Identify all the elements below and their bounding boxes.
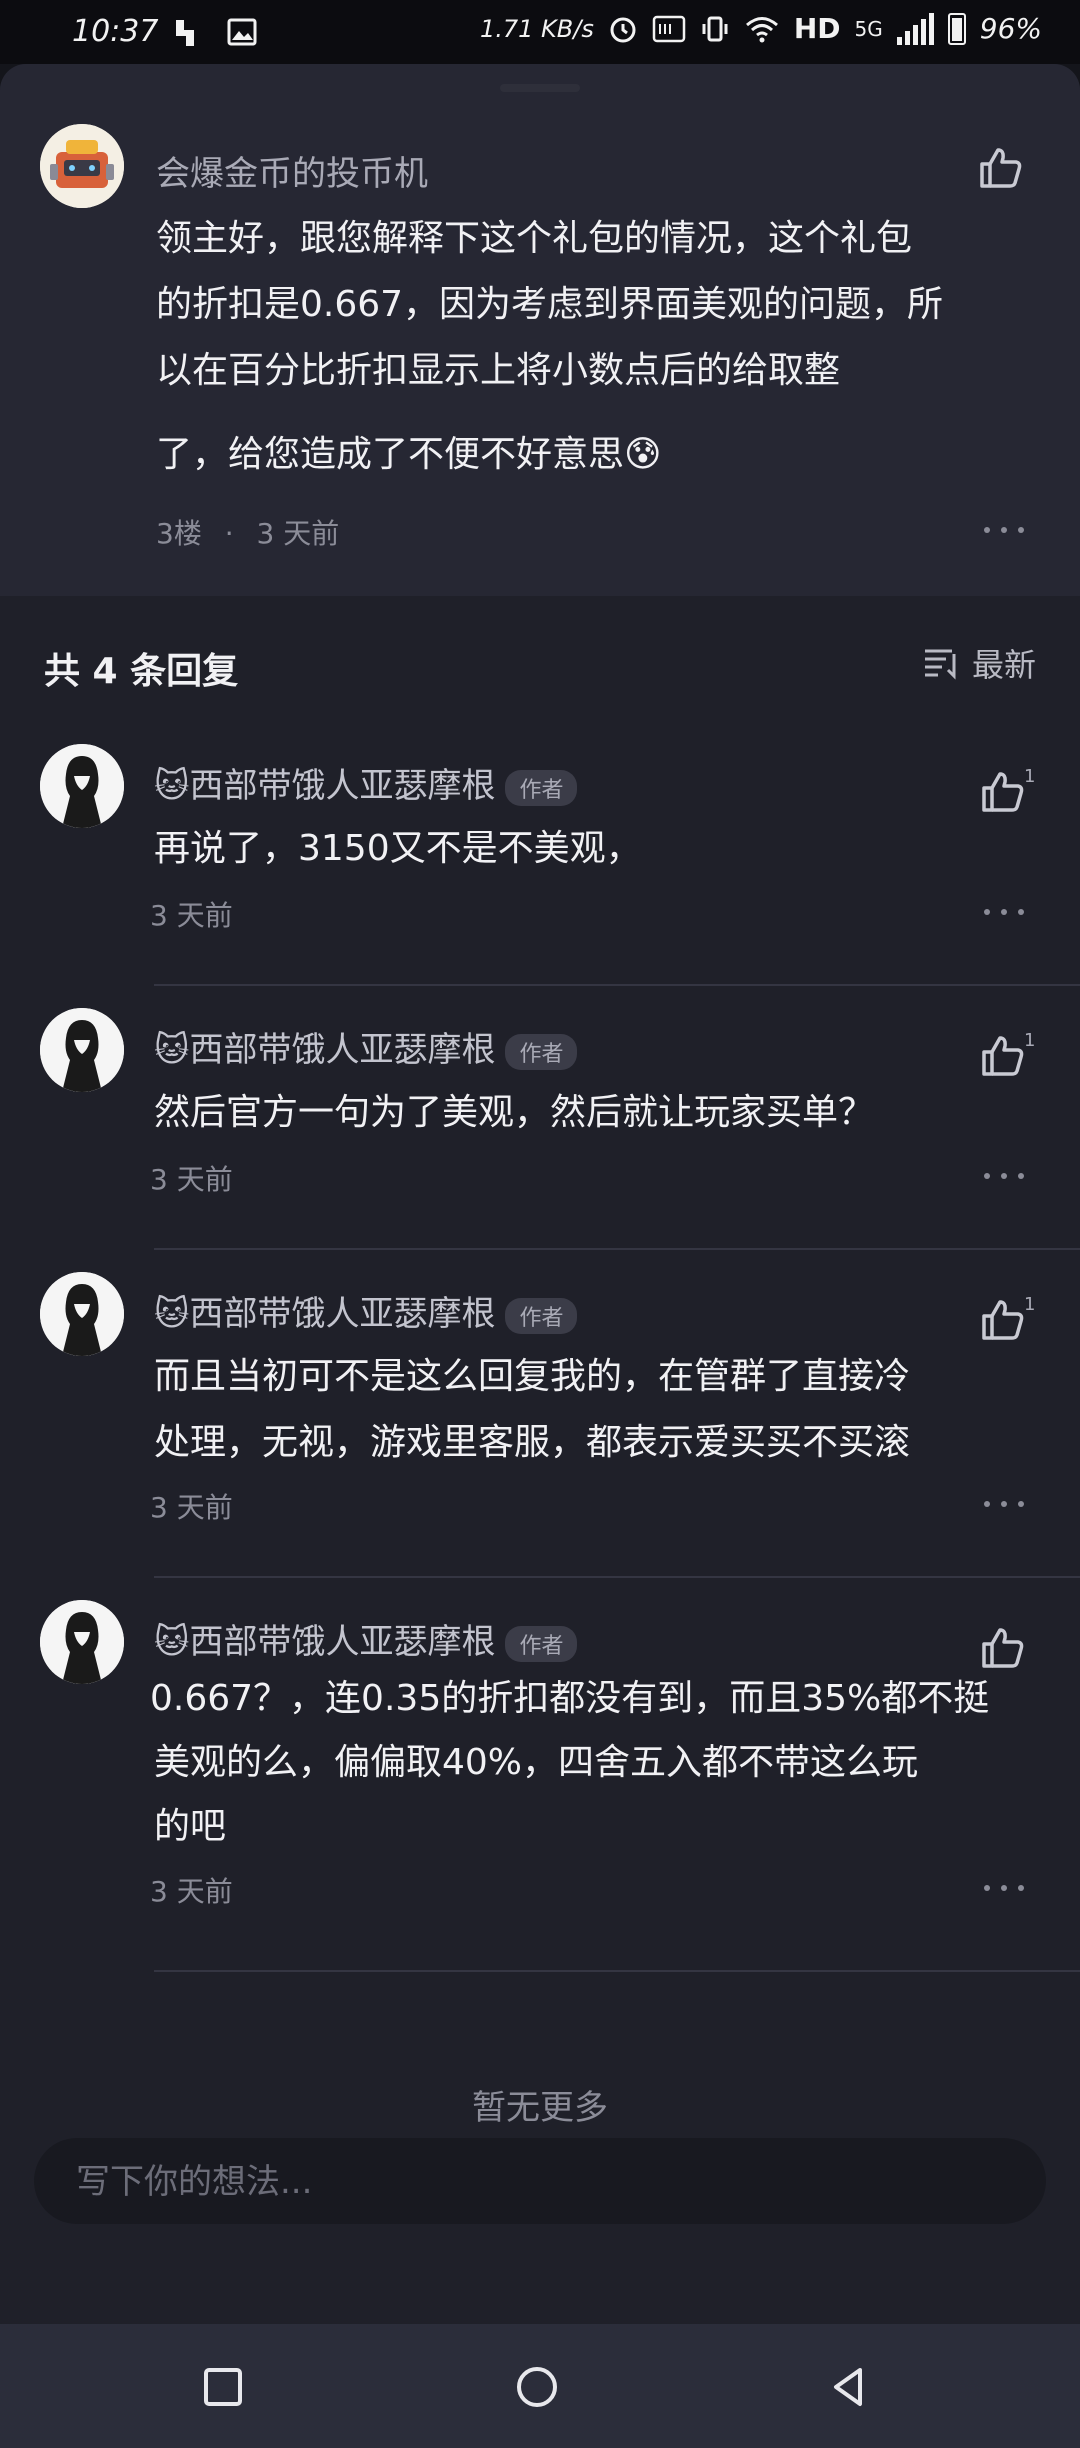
reply-username-row: 🐱西部带饿人亚瑟摩根 作者 [154,758,578,807]
refresh-rate-icon [652,15,686,42]
main-comment: 会爆金币的投币机 领主好，跟您解释下这个礼包的情况，这个礼包 的折扣是0.667… [0,64,1080,596]
status-right: 1.71 KB/s HD 5G 96% [480,12,1042,45]
main-comment-username[interactable]: 会爆金币的投币机 [156,146,428,195]
main-comment-line-2: 的折扣是0.667，因为考虑到界面美观的问题，所 [156,284,944,325]
main-comment-time: 3 天前 [256,517,340,550]
avatar[interactable] [40,124,124,208]
portrait-avatar-icon [40,744,124,828]
system-nav-bar [0,2324,1080,2448]
reply-avatar[interactable] [40,1272,124,1356]
floor-label: 3楼 [156,517,202,550]
reply-text-line: 再说了，3150又不是不美观， [154,828,642,869]
net-speed: 1.71 KB/s [479,14,594,43]
more-dots-icon[interactable] [984,1498,1024,1510]
reply-time: 3 天前 [150,899,233,932]
reply-text-line: 的吧 [154,1806,227,1847]
reply-item: 🐱西部带饿人亚瑟摩根 作者 1 然后官方一句为了美观，然后就让玩家买单？ 3 天前 [0,1008,1080,1244]
status-time: 10:37 [72,14,159,49]
like-count: 1 [1024,1030,1036,1051]
reply-username[interactable]: 🐱西部带饿人亚瑟摩根 [154,1622,495,1662]
reply-time: 3 天前 [150,1875,233,1908]
author-badge: 作者 [505,1033,578,1070]
portrait-avatar-icon [40,1008,124,1092]
main-comment-line-4: 了，给您造成了不便不好意思😰 [156,434,662,475]
reply-avatar[interactable] [40,1008,124,1092]
sort-lines-icon [924,649,956,680]
vibrate-icon [702,16,728,41]
thumbs-up-icon[interactable] [974,142,1026,194]
more-dots-icon[interactable] [984,524,1024,536]
portrait-avatar-icon [40,1272,124,1356]
no-more-label: 暂无更多 [472,2088,608,2128]
divider [154,1576,1080,1578]
robot-avatar-icon [40,124,124,208]
author-badge: 作者 [505,1625,578,1662]
author-badge: 作者 [505,769,578,806]
meta-separator: · [224,517,234,550]
reply-username[interactable]: 🐱西部带饿人亚瑟摩根 [154,766,495,806]
main-comment-meta: 3楼 · 3 天前 [156,512,339,552]
home-icon[interactable] [514,2364,560,2410]
main-comment-line-1: 领主好，跟您解释下这个礼包的情况，这个礼包 [156,218,913,259]
battery-icon [947,12,966,45]
reply-text-line: 处理，无视，游戏里客服，都表示爱买买不买滚 [154,1422,911,1463]
wifi-icon [745,16,778,42]
main-comment-line-3: 以在百分比折扣显示上将小数点后的给取整 [156,350,841,391]
battery-level: 96% [979,12,1042,45]
thumbs-up-icon[interactable] [976,1294,1028,1346]
divider [154,1970,1080,1972]
replies-count-title: 共 4 条回复 [44,651,239,692]
thumbs-up-icon[interactable] [976,1030,1028,1082]
reply-item: 🐱西部带饿人亚瑟摩根 作者 1 再说了，3150又不是不美观， 3 天前 [0,744,1080,980]
portrait-avatar-icon [40,1600,124,1684]
reply-text-line: 0.667？，连0.35的折扣都没有到，而且35%都不挺 [150,1678,990,1719]
gallery-icon [227,18,257,46]
reply-item: 🐱西部带饿人亚瑟摩根 作者 0.667？，连0.35的折扣都没有到，而且35%都不… [0,1600,1080,1956]
app-notification-icon [176,20,194,46]
divider [154,1248,1080,1250]
back-icon[interactable] [826,2364,872,2410]
replies-header: 共 4 条回复 最新 [0,596,1080,716]
more-dots-icon[interactable] [984,1170,1024,1182]
like-count: 1 [1024,766,1036,787]
more-dots-icon[interactable] [984,1882,1024,1894]
sort-label: 最新 [971,646,1036,684]
sheet-handle[interactable] [500,84,580,92]
reply-username-row: 🐱西部带饿人亚瑟摩根 作者 [154,1022,578,1071]
comment-input-bar[interactable] [34,2138,1046,2226]
network-type: HD [793,12,841,45]
reply-text-line: 而且当初可不是这么回复我的，在管群了直接冷 [154,1356,911,1397]
reply-time: 3 天前 [150,1491,233,1524]
alarm-icon [610,17,636,42]
more-dots-icon[interactable] [984,906,1024,918]
reply-username-row: 🐱西部带饿人亚瑟摩根 作者 [154,1286,578,1335]
recent-apps-icon[interactable] [200,2364,246,2410]
reply-username-row: 🐱西部带饿人亚瑟摩根 作者 [154,1614,578,1663]
reply-time: 3 天前 [150,1163,233,1196]
author-badge: 作者 [505,1297,578,1334]
reply-avatar[interactable] [40,744,124,828]
reply-text-line: 美观的么，偏偏取40%，四舍五入都不带这么玩 [154,1742,919,1783]
reply-username[interactable]: 🐱西部带饿人亚瑟摩根 [154,1030,495,1070]
thumbs-up-icon[interactable] [976,766,1028,818]
signal-icon [896,12,934,45]
reply-avatar[interactable] [40,1600,124,1684]
comment-sheet: 会爆金币的投币机 领主好，跟您解释下这个礼包的情况，这个礼包 的折扣是0.667… [0,64,1080,2324]
like-count: 1 [1024,1294,1036,1315]
status-bar: 10:37 1.71 KB/s HD 5G 96% [0,0,1080,64]
reply-text-line: 然后官方一句为了美观，然后就让玩家买单？ [154,1092,875,1133]
sort-button[interactable]: 最新 [922,640,1036,686]
divider [154,984,1080,986]
reply-item: 🐱西部带饿人亚瑟摩根 作者 1 而且当初可不是这么回复我的，在管群了直接冷 处理，… [0,1272,1080,1572]
comment-input[interactable] [74,2138,1008,2226]
signal-type: 5G [854,16,883,41]
reply-username[interactable]: 🐱西部带饿人亚瑟摩根 [154,1294,495,1334]
